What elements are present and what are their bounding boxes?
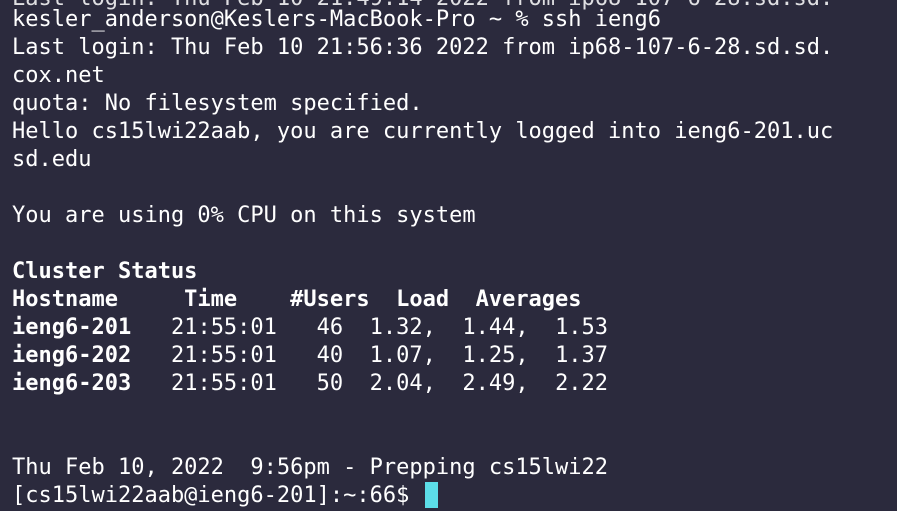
cluster-row-hostname: ieng6-202 xyxy=(12,343,132,368)
hello-line-wrap: sd.edu xyxy=(12,147,92,172)
shell-prompt-line[interactable]: [cs15lwi22aab@ieng6-201]:~:66$ xyxy=(12,482,438,510)
terminal-window[interactable]: Last login: Thu Feb 10 21:49:14 2022 fro… xyxy=(0,0,897,511)
text-cursor[interactable] xyxy=(424,482,438,508)
cluster-status-title: Cluster Status xyxy=(12,259,198,284)
hello-line: Hello cs15lwi22aab, you are currently lo… xyxy=(12,119,834,144)
cluster-row-hostname: ieng6-203 xyxy=(12,371,132,396)
cpu-usage-line: You are using 0% CPU on this system xyxy=(12,203,476,228)
last-login-line: Last login: Thu Feb 10 21:56:36 2022 fro… xyxy=(12,35,834,60)
cluster-table-header: Hostname Time #Users Load Averages xyxy=(12,287,582,312)
cluster-row-stats: 21:55:01 40 1.07, 1.25, 1.37 xyxy=(131,343,609,368)
cluster-row-stats: 21:55:01 50 2.04, 2.49, 2.22 xyxy=(131,371,609,396)
cluster-row: ieng6-201 21:55:01 46 1.32, 1.44, 1.53 xyxy=(12,314,608,342)
quota-line: quota: No filesystem specified. xyxy=(12,91,423,116)
ssh-command-line: kesler_anderson@Keslers-MacBook-Pro ~ % … xyxy=(12,7,662,32)
cluster-row-stats: 21:55:01 46 1.32, 1.44, 1.53 xyxy=(131,315,609,340)
cluster-row-hostname: ieng6-201 xyxy=(12,315,132,340)
cluster-row: ieng6-203 21:55:01 50 2.04, 2.49, 2.22 xyxy=(12,370,608,398)
shell-prompt: [cs15lwi22aab@ieng6-201]:~:66$ xyxy=(12,483,423,508)
last-login-line-wrap: cox.net xyxy=(12,63,105,88)
cluster-row: ieng6-202 21:55:01 40 1.07, 1.25, 1.37 xyxy=(12,342,608,370)
prepping-footer-line: Thu Feb 10, 2022 9:56pm - Prepping cs15l… xyxy=(12,455,609,480)
